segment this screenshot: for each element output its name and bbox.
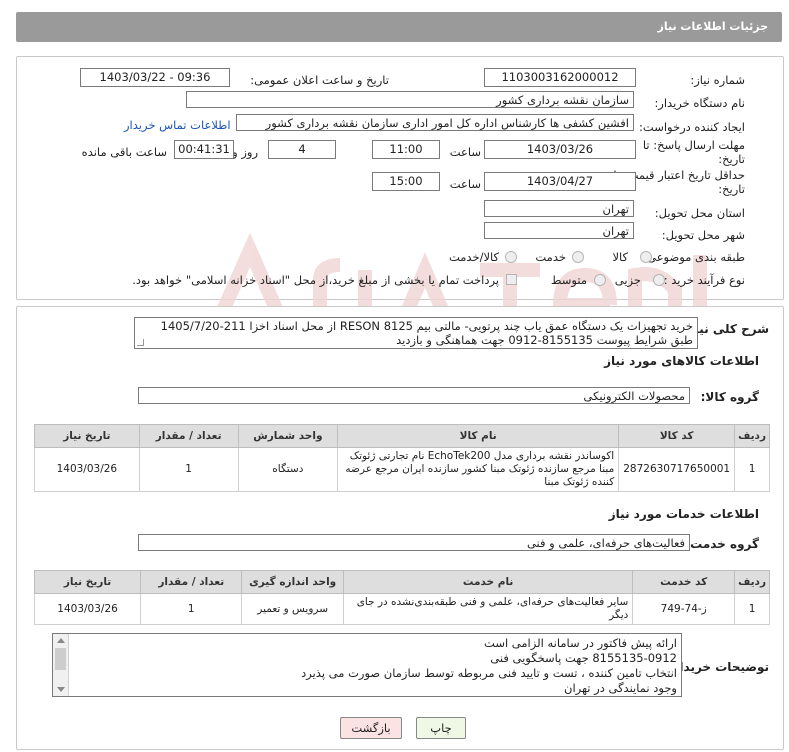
col-row: ردیف	[734, 570, 770, 594]
cell-date: 1403/03/26	[33, 593, 142, 625]
category-radio-goods-service[interactable]	[505, 251, 517, 263]
notes-line-3: انتخاب تامین کننده ، تست و تایید فنی مرب…	[301, 666, 677, 680]
scroll-down-icon[interactable]	[57, 687, 65, 692]
category-radio-service[interactable]	[572, 251, 584, 263]
cell-qty: 1	[140, 593, 243, 625]
goods-group-label: گروه کالا:	[700, 390, 759, 404]
buyer-notes-textarea[interactable]: ارائه پیش فاکتور در سامانه الزامی است 81…	[52, 633, 682, 697]
purchase-option-minor: جزیی	[614, 273, 641, 287]
need-number-field: 1103003162000012	[484, 68, 636, 87]
province-label: استان محل تحویل:	[654, 206, 745, 220]
treasury-payment-checkbox[interactable]	[506, 274, 517, 285]
cell-row: 1	[734, 447, 770, 492]
category-option-goods-service: کالا/خدمت	[448, 250, 499, 264]
cell-name: سایر فعالیت‌های حرفه‌ای، علمی و فنی طبقه…	[342, 593, 634, 625]
notes-scrollbar[interactable]	[53, 634, 69, 696]
services-group-label: گروه خدمت:	[685, 537, 759, 551]
cell-code: 2872630717650001	[618, 447, 736, 492]
description-textarea[interactable]: خرید تجهیزات یک دستگاه عمق یاب چند پرتوی…	[134, 317, 698, 349]
col-unit: واحد شمارش	[237, 424, 339, 448]
city-field: تهران	[484, 222, 634, 239]
validity-date-field: 1403/04/27	[484, 172, 636, 191]
description-line-1: خرید تجهیزات یک دستگاه عمق یاب چند پرتوی…	[160, 319, 693, 333]
city-label: شهر محل تحویل:	[661, 228, 745, 242]
validity-time-label: ساعت	[449, 177, 481, 191]
col-name: نام کالا	[337, 424, 620, 448]
cell-code: ز-74-749	[632, 593, 736, 625]
days-label: روز و	[232, 145, 258, 159]
need-number-label: شماره نیاز:	[690, 73, 745, 87]
description-line-2: طبق شرایط پیوست 8155135-0912 جهت هماهنگی…	[396, 333, 693, 347]
purchase-radio-medium[interactable]	[594, 274, 606, 286]
deadline-time-field: 11:00	[372, 140, 440, 159]
days-remaining-field: 4	[268, 140, 336, 159]
print-button[interactable]: چاپ	[416, 717, 466, 739]
col-qty: تعداد / مقدار	[138, 424, 239, 448]
deadline-label-date: تاریخ:	[718, 152, 745, 166]
table-row: 1 2872630717650001 اکوساندر نقشه برداری …	[34, 447, 770, 492]
page-title-bar: جزئیات اطلاعات نیاز	[16, 12, 782, 42]
cell-name: اکوساندر نقشه برداری مدل EchoTek200 نام …	[337, 447, 620, 492]
scroll-thumb[interactable]	[55, 648, 66, 670]
services-table: ردیف کد خدمت نام خدمت واحد اندازه گیری ت…	[33, 570, 770, 625]
category-option-goods: کالا	[612, 250, 628, 264]
category-option-service: خدمت	[535, 250, 566, 264]
announce-field: 1403/03/22 - 09:36	[80, 68, 230, 87]
scroll-up-icon[interactable]	[57, 638, 65, 643]
cell-qty: 1	[138, 447, 239, 492]
buyer-notes-label: توضیحات خریدار:	[667, 660, 769, 674]
cell-date: 1403/03/26	[34, 447, 140, 492]
time-remaining-field: 00:41:31	[174, 140, 234, 159]
goods-table-header: ردیف کد کالا نام کالا واحد شمارش تعداد /…	[34, 424, 770, 448]
col-code: کد کالا	[618, 424, 736, 448]
col-name: نام خدمت	[342, 570, 634, 594]
col-date: تاریخ نیاز	[33, 570, 142, 594]
purchase-radio-minor[interactable]	[653, 274, 665, 286]
cell-unit: سرویس و تعمیر	[241, 593, 344, 625]
col-qty: تعداد / مقدار	[140, 570, 243, 594]
col-date: تاریخ نیاز	[34, 424, 140, 448]
services-section-title: اطلاعات خدمات مورد نیاز	[608, 507, 759, 521]
validity-label-date: تاریخ:	[718, 182, 745, 196]
resize-handle-icon[interactable]	[137, 339, 144, 346]
treasury-payment-note: پرداخت تمام یا بخشی از مبلغ خرید،از محل …	[132, 273, 499, 287]
deadline-time-label: ساعت	[449, 145, 481, 159]
deadline-date-field: 1403/03/26	[484, 140, 636, 159]
category-label: طبقه بندی موضوعی:	[643, 250, 745, 264]
buyer-label: نام دستگاه خریدار:	[654, 96, 745, 110]
purchase-type-label: نوع فرآیند خرید :	[663, 273, 745, 287]
goods-section-title: اطلاعات کالاهای مورد نیاز	[604, 354, 759, 368]
category-radio-goods[interactable]	[640, 251, 652, 263]
table-row: 1 ز-74-749 سایر فعالیت‌های حرفه‌ای، علمی…	[33, 593, 770, 625]
services-table-header: ردیف کد خدمت نام خدمت واحد اندازه گیری ت…	[33, 570, 770, 594]
province-field: تهران	[484, 200, 634, 217]
page-title: جزئیات اطلاعات نیاز	[657, 20, 769, 33]
purchase-option-medium: متوسط	[550, 273, 587, 287]
time-remaining-label: ساعت باقی مانده	[81, 145, 167, 159]
notes-line-2: 8155135-0912 جهت پاسخگویی فنی	[490, 651, 677, 665]
goods-table: ردیف کد کالا نام کالا واحد شمارش تعداد /…	[34, 424, 770, 492]
creator-label: ایجاد کننده درخواست:	[639, 120, 745, 134]
cell-unit: دستگاه	[237, 447, 339, 492]
announce-label: تاریخ و ساعت اعلان عمومی:	[250, 73, 389, 87]
col-code: کد خدمت	[632, 570, 736, 594]
back-button[interactable]: بازگشت	[340, 717, 402, 739]
services-group-field: فعالیت‌های حرفه‌ای، علمی و فنی	[138, 534, 690, 551]
validity-time-field: 15:00	[372, 172, 440, 191]
col-unit: واحد اندازه گیری	[241, 570, 344, 594]
notes-line-4: وجود نمایندگی در تهران	[564, 681, 677, 695]
deadline-label: مهلت ارسال پاسخ: تا	[642, 138, 745, 152]
goods-group-field: محصولات الکترونیکی	[138, 387, 690, 404]
notes-line-1: ارائه پیش فاکتور در سامانه الزامی است	[484, 636, 677, 650]
creator-field: افشین کشفی ها کارشناس اداره کل امور ادار…	[236, 114, 634, 131]
buyer-field: سازمان نقشه برداری کشور	[186, 91, 634, 108]
cell-row: 1	[734, 593, 770, 625]
col-row: ردیف	[734, 424, 770, 448]
contact-info-link[interactable]: اطلاعات تماس خریدار	[124, 118, 231, 132]
